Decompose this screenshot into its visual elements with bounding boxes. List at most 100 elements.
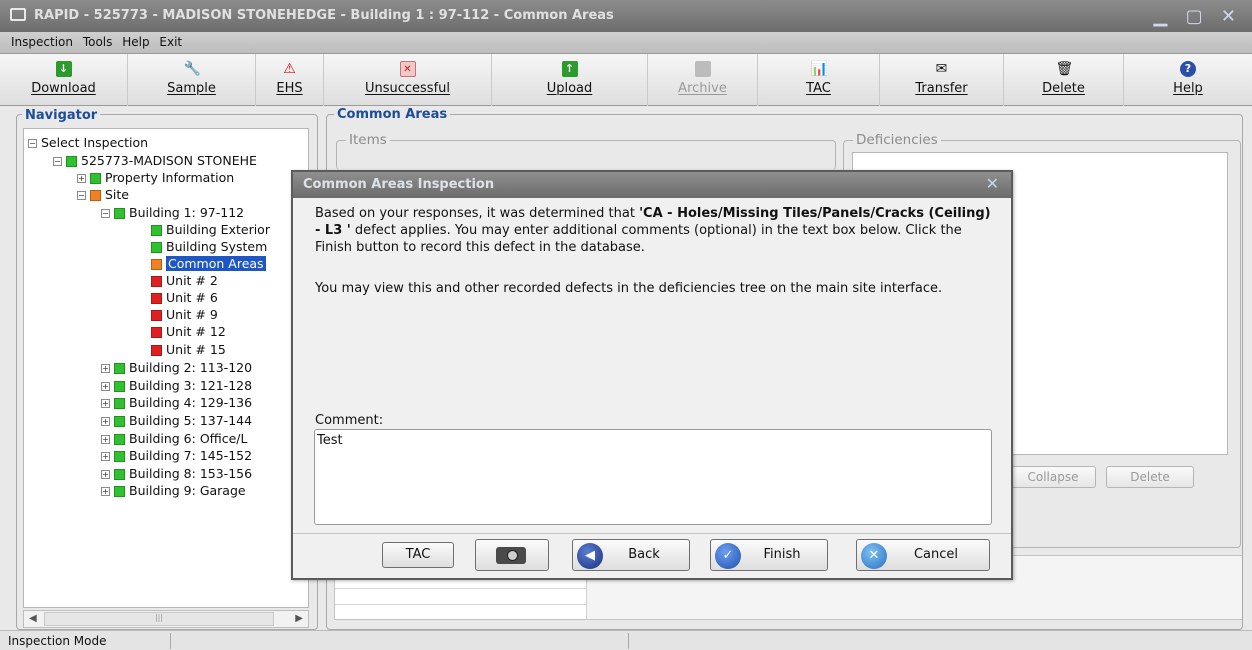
help-icon: ?	[1180, 61, 1196, 77]
dialog-titlebar: Common Areas Inspection ✕	[293, 172, 1011, 198]
status-green-icon	[151, 242, 162, 253]
status-orange-icon	[151, 259, 162, 270]
expand-icon[interactable]: +	[101, 399, 110, 408]
tree-node-building-exterior[interactable]: Building Exterior	[151, 221, 270, 239]
tree-node-select-inspection[interactable]: − Select Inspection	[28, 134, 148, 152]
delete-button[interactable]: 🗑 Delete	[1004, 54, 1124, 106]
transfer-button[interactable]: ✉ Transfer	[880, 54, 1004, 106]
tree-node-property-information[interactable]: + Property Information	[77, 169, 234, 187]
expand-icon[interactable]: +	[101, 382, 110, 391]
status-red-icon	[151, 345, 162, 356]
scroll-right-icon[interactable]: ▶	[295, 613, 303, 624]
delete-icon: 🗑	[1055, 61, 1074, 77]
status-red-icon	[151, 293, 162, 304]
tree-node-building-system[interactable]: Building System	[151, 238, 267, 256]
items-group-label: Items	[346, 132, 390, 148]
tree-node-unit-9[interactable]: Unit # 9	[151, 306, 218, 324]
tree-node-building-5[interactable]: + Building 5: 137-144	[101, 412, 252, 430]
tree-node-unit-2[interactable]: Unit # 2	[151, 272, 218, 290]
tree-node-building-8[interactable]: + Building 8: 153-156	[101, 465, 252, 483]
collapse-icon[interactable]: −	[77, 191, 86, 200]
ehs-button[interactable]: ⚠ EHS	[256, 54, 324, 106]
panel-title: Common Areas	[334, 107, 451, 122]
status-green-icon	[114, 416, 125, 427]
expand-icon[interactable]: +	[101, 452, 110, 461]
scrollbar-thumb[interactable]: |||	[44, 612, 274, 626]
tree-horizontal-scrollbar[interactable]: ◀ ||| ▶	[23, 610, 309, 628]
status-green-icon	[114, 398, 125, 409]
tree-node-building-9[interactable]: + Building 9: Garage	[101, 482, 246, 500]
camera-button[interactable]	[475, 539, 549, 571]
tree-node-building-3[interactable]: + Building 3: 121-128	[101, 377, 252, 395]
menu-inspection[interactable]: Inspection	[0, 32, 76, 49]
check-icon: ✓	[715, 543, 741, 569]
status-green-icon	[66, 156, 77, 167]
sample-button[interactable]: 🔧 Sample	[128, 54, 256, 106]
finish-button[interactable]: ✓ Finish	[710, 539, 828, 571]
window-title: RAPID - 525773 - MADISON STONEHEDGE - Bu…	[34, 8, 614, 23]
tree-node-property[interactable]: −525773-MADISON STONEHE	[53, 152, 257, 170]
collapse-button[interactable]: Collapse	[1010, 466, 1096, 488]
status-green-icon	[114, 469, 125, 480]
tree-node-unit-15[interactable]: Unit # 15	[151, 341, 226, 359]
dialog-message: Based on your responses, it was determin…	[315, 206, 991, 255]
expand-icon[interactable]: +	[77, 174, 86, 183]
expand-icon[interactable]: +	[101, 470, 110, 479]
upload-button[interactable]: ↑ Upload	[492, 54, 648, 106]
collapse-icon[interactable]: −	[101, 209, 110, 218]
menu-help[interactable]: Help	[119, 32, 152, 49]
status-green-icon	[114, 363, 125, 374]
window-titlebar: RAPID - 525773 - MADISON STONEHEDGE - Bu…	[0, 0, 1252, 32]
transfer-icon: ✉	[935, 61, 948, 77]
collapse-icon[interactable]: −	[28, 139, 37, 148]
warning-icon: ⚠	[283, 61, 296, 77]
help-button[interactable]: ? Help	[1124, 54, 1252, 106]
status-red-icon	[151, 310, 162, 321]
dialog-title: Common Areas Inspection	[303, 177, 495, 192]
menu-exit[interactable]: Exit	[156, 32, 185, 49]
close-icon[interactable]: ✕	[986, 174, 999, 193]
expand-icon[interactable]: +	[101, 487, 110, 496]
deficiencies-group-label: Deficiencies	[853, 132, 941, 148]
toolbar: ↓ Download 🔧 Sample ⚠ EHS ✕ Unsuccessful…	[0, 54, 1252, 106]
camera-icon	[496, 547, 526, 564]
dialog-separator	[293, 533, 1011, 534]
menu-tools[interactable]: Tools	[80, 32, 116, 49]
expand-icon[interactable]: +	[101, 435, 110, 444]
status-green-icon	[114, 451, 125, 462]
tree-node-building-2[interactable]: + Building 2: 113-120	[101, 359, 252, 377]
deficiency-delete-button[interactable]: Delete	[1106, 466, 1194, 488]
status-mode: Inspection Mode	[8, 634, 107, 648]
back-button[interactable]: ◀ Back	[572, 539, 690, 571]
status-green-icon	[151, 225, 162, 236]
expand-icon[interactable]: +	[101, 417, 110, 426]
tree-node-common-areas[interactable]: Common Areas	[151, 255, 266, 273]
unsuccessful-button[interactable]: ✕ Unsuccessful	[324, 54, 492, 106]
status-orange-icon	[90, 190, 101, 201]
unsuccessful-icon: ✕	[399, 61, 416, 77]
tree-node-building-6[interactable]: + Building 6: Office/L	[101, 430, 247, 448]
tree-node-unit-6[interactable]: Unit # 6	[151, 289, 218, 307]
collapse-icon[interactable]: −	[53, 157, 62, 166]
items-group	[336, 140, 836, 170]
tree-node-site[interactable]: − Site	[77, 186, 129, 204]
download-button[interactable]: ↓ Download	[0, 54, 128, 106]
cancel-icon: ✕	[861, 543, 887, 569]
tac-button[interactable]: 📊 TAC	[758, 54, 880, 106]
cancel-button[interactable]: ✕ Cancel	[856, 539, 990, 571]
expand-icon[interactable]: +	[101, 364, 110, 373]
dialog-tac-button[interactable]: TAC	[382, 542, 454, 568]
status-green-icon	[114, 381, 125, 392]
status-bar: Inspection Mode	[0, 630, 1252, 650]
scroll-left-icon[interactable]: ◀	[29, 613, 37, 624]
tree-node-building-4[interactable]: + Building 4: 129-136	[101, 394, 252, 412]
tree-node-unit-12[interactable]: Unit # 12	[151, 323, 226, 341]
status-green-icon	[90, 173, 101, 184]
status-green-icon	[114, 434, 125, 445]
tree-node-building-1[interactable]: − Building 1: 97-112	[101, 204, 244, 222]
archive-button[interactable]: Archive	[648, 54, 758, 106]
comment-textarea[interactable]: Test	[314, 429, 992, 525]
tree-node-building-7[interactable]: + Building 7: 145-152	[101, 447, 252, 465]
window-controls[interactable]: ▁ ▢ ✕	[1154, 6, 1242, 27]
menu-bar: Inspection Tools Help Exit	[0, 32, 1252, 54]
